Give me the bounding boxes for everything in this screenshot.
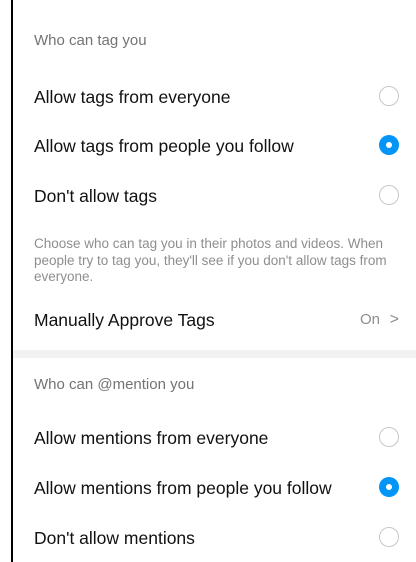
option-label: Don't allow mentions [34,528,195,548]
option-dont-allow-mentions[interactable]: Don't allow mentions [13,514,416,562]
tags-description: Choose who can tag you in their photos a… [34,236,387,284]
radio-button-selected[interactable] [379,135,399,155]
option-label: Allow mentions from everyone [34,428,269,448]
option-allow-mentions-everyone[interactable]: Allow mentions from everyone [13,414,416,462]
option-label: Allow tags from everyone [34,87,231,107]
manually-approve-tags-value: On [359,311,380,328]
radio-button-unselected[interactable] [379,527,399,547]
chevron-right-icon: > [389,311,399,328]
radio-button-selected[interactable] [379,477,399,497]
section-divider [13,350,416,358]
radio-button-unselected[interactable] [379,86,399,106]
option-allow-tags-everyone[interactable]: Allow tags from everyone [13,73,416,121]
option-dont-allow-tags[interactable]: Don't allow tags [13,172,416,220]
tags-section-header: Who can tag you [34,32,147,49]
manually-approve-tags-row[interactable]: Manually Approve Tags On > [13,302,416,338]
option-allow-mentions-following[interactable]: Allow mentions from people you follow [13,464,416,512]
radio-button-unselected[interactable] [379,427,399,447]
tags-and-mentions-settings: Who can tag you Allow tags from everyone… [13,0,416,562]
option-label: Allow mentions from people you follow [34,478,332,498]
mentions-section-header: Who can @mention you [34,376,195,393]
manually-approve-tags-label: Manually Approve Tags [34,310,215,330]
option-label: Allow tags from people you follow [34,136,294,156]
radio-button-unselected[interactable] [379,185,399,205]
option-label: Don't allow tags [34,186,157,206]
option-allow-tags-following[interactable]: Allow tags from people you follow [13,122,416,170]
